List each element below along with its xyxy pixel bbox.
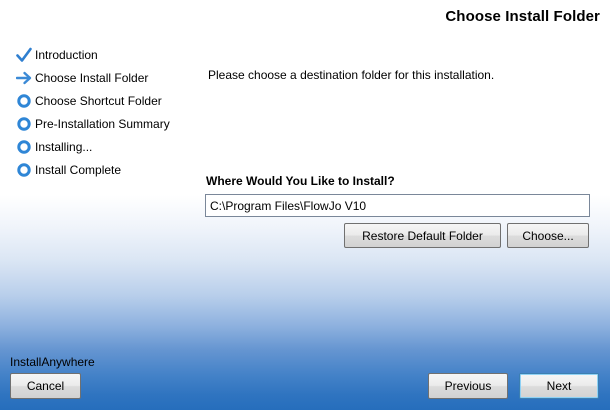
previous-button[interactable]: Previous [428, 373, 508, 399]
arrow-right-icon [16, 71, 32, 84]
step-label: Pre-Installation Summary [35, 116, 170, 131]
instruction-text: Please choose a destination folder for t… [208, 68, 495, 82]
step-choose-install-folder: Choose Install Folder [16, 66, 170, 89]
step-installing: Installing... [16, 135, 170, 158]
step-label: Installing... [35, 139, 93, 154]
ring-icon [17, 162, 31, 177]
ring-icon [17, 139, 31, 154]
step-introduction: Introduction [16, 43, 170, 66]
ring-icon [17, 93, 31, 108]
checkmark-icon [16, 47, 32, 62]
install-location-label: Where Would You Like to Install? [206, 174, 395, 188]
installer-brand-label: InstallAnywhere [10, 355, 95, 369]
choose-folder-button[interactable]: Choose... [507, 223, 589, 248]
page-title: Choose Install Folder [445, 8, 600, 25]
restore-default-folder-button[interactable]: Restore Default Folder [344, 223, 501, 248]
step-label: Introduction [35, 47, 98, 62]
next-button[interactable]: Next [519, 373, 599, 399]
install-path-input[interactable] [205, 194, 590, 217]
steps-list: Introduction Choose Install Folder Choos… [16, 43, 170, 181]
cancel-button[interactable]: Cancel [10, 373, 81, 399]
step-label: Install Complete [35, 162, 122, 177]
step-pre-installation-summary: Pre-Installation Summary [16, 112, 170, 135]
step-install-complete: Install Complete [16, 158, 170, 181]
step-choose-shortcut-folder: Choose Shortcut Folder [16, 89, 170, 112]
step-label: Choose Shortcut Folder [35, 93, 162, 108]
step-label: Choose Install Folder [35, 70, 149, 85]
ring-icon [17, 116, 31, 131]
